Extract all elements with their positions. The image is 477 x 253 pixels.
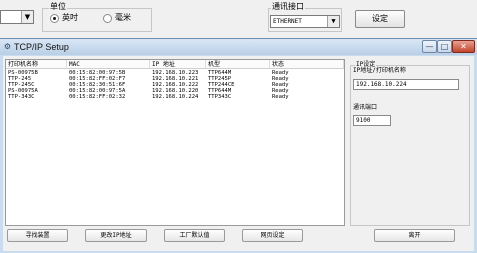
printer-list[interactable]: 打印机名称 MAC IP 地址 机型 状态 PS-00975B 00:15:82… bbox=[5, 59, 345, 226]
port-field[interactable]: 9100 bbox=[353, 115, 391, 126]
comm-interface-value: ETHERNET bbox=[273, 18, 302, 25]
close-button[interactable]: ✕ bbox=[452, 40, 475, 53]
factory-default-button[interactable]: 工厂默认值 bbox=[164, 229, 225, 242]
set-button[interactable]: 设定 bbox=[355, 10, 405, 28]
cell-ip: 192.168.10.224 bbox=[152, 94, 199, 100]
tcpip-setup-window: ⚙ TCP/IP Setup — □ ✕ 打印机名称 MAC IP 地址 机型 … bbox=[0, 38, 477, 253]
printer-list-header: 打印机名称 MAC IP 地址 机型 状态 bbox=[6, 60, 344, 69]
unit-radio-inch-label: 英吋 bbox=[62, 13, 78, 22]
background-dropdown[interactable]: ▼ bbox=[0, 10, 34, 24]
port-label: 通讯端口 bbox=[353, 104, 378, 111]
unit-radio-inch[interactable]: 英吋 bbox=[50, 13, 78, 23]
cell-mac: 00:15:82:FF:02:32 bbox=[69, 94, 126, 100]
chevron-down-icon: ▼ bbox=[327, 16, 339, 27]
radio-unselected-icon bbox=[103, 13, 112, 23]
column-header-printer-name[interactable]: 打印机名称 bbox=[6, 60, 67, 69]
web-setup-button[interactable]: 网页设定 bbox=[242, 229, 303, 242]
comm-interface-select[interactable]: ETHERNET ▼ bbox=[270, 15, 340, 28]
column-header-ip[interactable]: IP 地址 bbox=[150, 60, 206, 69]
window-client-area: 打印机名称 MAC IP 地址 机型 状态 PS-00975B 00:15:82… bbox=[3, 56, 474, 251]
cell-printer-name: TTP-343C bbox=[8, 94, 35, 100]
comm-interface-legend: 通讯接口 bbox=[271, 2, 305, 12]
minimize-button[interactable]: — bbox=[422, 40, 437, 53]
window-title: TCP/IP Setup bbox=[14, 42, 69, 52]
column-header-status[interactable]: 状态 bbox=[270, 60, 344, 69]
radio-selected-icon bbox=[50, 13, 59, 23]
app-icon: ⚙ bbox=[3, 42, 12, 51]
window-titlebar[interactable]: ⚙ TCP/IP Setup — □ ✕ bbox=[0, 39, 477, 55]
column-header-model[interactable]: 机型 bbox=[206, 60, 270, 69]
background-settings-strip: ▼ 单位 英吋 毫米 通讯接口 ETHERNET ▼ 设定 bbox=[0, 0, 477, 38]
cell-status: Ready bbox=[272, 94, 289, 100]
exit-button[interactable]: 离开 bbox=[374, 229, 455, 242]
cell-model: TTP343C bbox=[208, 94, 232, 100]
search-device-button[interactable]: 寻找装置 bbox=[7, 229, 68, 242]
unit-group-legend: 单位 bbox=[49, 2, 67, 12]
table-row[interactable]: TTP-343C 00:15:82:FF:02:32 192.168.10.22… bbox=[6, 94, 344, 100]
change-ip-button[interactable]: 更改IP地址 bbox=[85, 229, 147, 242]
unit-radio-mm[interactable]: 毫米 bbox=[103, 13, 131, 23]
column-header-mac[interactable]: MAC bbox=[67, 60, 150, 69]
ip-address-label: IP地址/打印机名称 bbox=[353, 67, 406, 74]
ip-address-field[interactable]: 192.168.10.224 bbox=[353, 79, 459, 90]
chevron-down-icon: ▼ bbox=[21, 11, 33, 23]
maximize-button[interactable]: □ bbox=[437, 40, 452, 53]
unit-radio-mm-label: 毫米 bbox=[115, 13, 131, 22]
